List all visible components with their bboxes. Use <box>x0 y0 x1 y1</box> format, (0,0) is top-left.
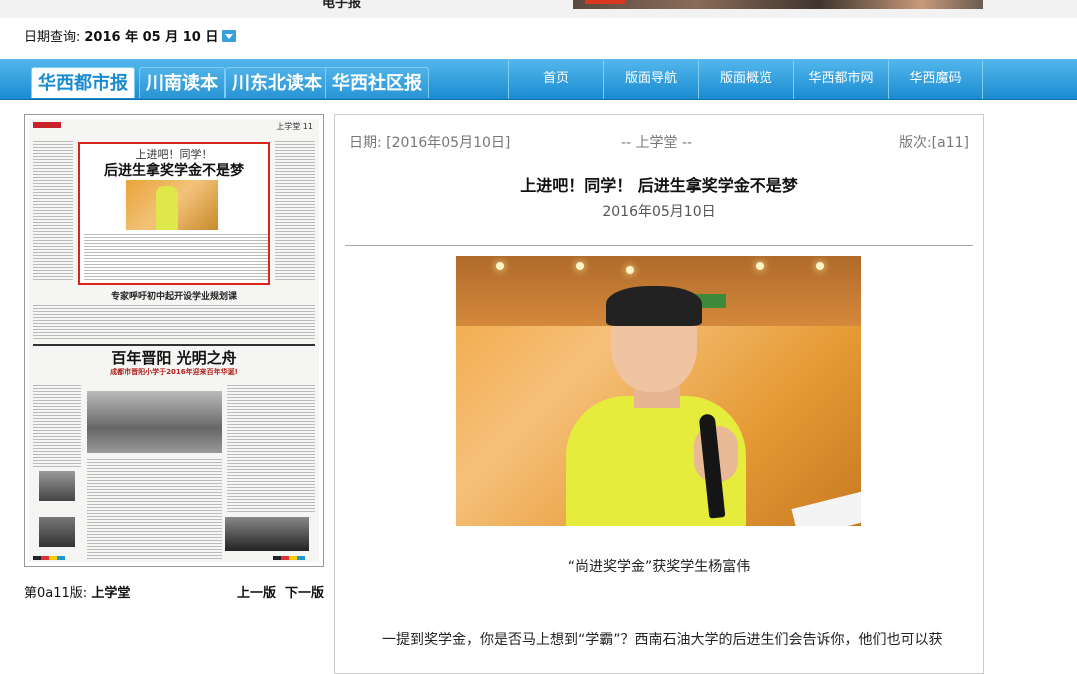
paper-tab-chuandongbei[interactable]: 川东北读本 <box>225 67 329 98</box>
thumbnail-photo-wide <box>225 517 309 551</box>
main-nav-bar: 华西都市报 川南读本 川东北读本 华西社区报 首页 版面导航 版面概览 华西都市… <box>0 59 1077 100</box>
page-footer: 第0a11版: 上学堂 上一版 下一版 <box>24 582 324 601</box>
date-query-value: 2016 年 05 月 10 日 <box>84 30 219 45</box>
article-title: 上进吧！同学！ 后进生拿奖学金不是梦 <box>520 176 798 195</box>
thumbnail-photo-small <box>39 471 75 501</box>
nav-link-huaxi-web[interactable]: 华西都市网 <box>793 59 888 99</box>
top-ad-banner[interactable] <box>573 0 983 9</box>
thumbnail-headline: 后进生拿奖学金不是梦 <box>104 163 244 179</box>
page-thumbnail-frame: 上学堂 11 上进吧！同学！ 后进生拿奖学金不是梦 专家呼吁初中起开设学业规划课… <box>24 114 324 567</box>
date-query-label: 日期查询: <box>24 30 81 45</box>
photo-caption: “尚进奖学金”获奖学生杨富伟 <box>567 559 751 575</box>
thumbnail-red-line: 成都市晋阳小学于2016年迎来百年华诞! <box>110 368 238 376</box>
article-paragraph: 一提到奖学金，你是否马上想到“学霸”？西南石油大学的后进生们会告诉你，他们也可以… <box>382 632 943 648</box>
calendar-dropdown-icon[interactable] <box>222 29 237 42</box>
print-color-bar <box>33 556 315 560</box>
date-query: 日期查询: 2016 年 05 月 10 日 <box>24 26 237 45</box>
prev-page-link[interactable]: 上一版 <box>237 582 276 601</box>
article-section-meta: -- 上学堂 -- <box>621 135 693 151</box>
article-photo <box>456 256 861 526</box>
nav-link-page-overview[interactable]: 版面概览 <box>698 59 793 99</box>
nav-link-page-nav[interactable]: 版面导航 <box>603 59 698 99</box>
paper-tab-chuannan[interactable]: 川南读本 <box>139 67 225 98</box>
page-section-name: 上学堂 <box>91 586 131 601</box>
paper-tab-huaxi[interactable]: 华西都市报 <box>31 67 135 98</box>
nav-link-huaxi-code[interactable]: 华西魔码 <box>888 59 983 99</box>
thumbnail-photo-small <box>39 517 75 547</box>
paper-logo <box>33 122 61 128</box>
thumbnail-big-headline: 百年晋阳 光明之舟 <box>111 349 237 367</box>
divider <box>345 245 973 246</box>
next-page-link[interactable]: 下一版 <box>285 582 324 601</box>
paper-tab-community[interactable]: 华西社区报 <box>325 67 429 98</box>
thumbnail-masthead: 上学堂 11 <box>29 119 319 133</box>
newspaper-page-thumbnail[interactable]: 上学堂 11 上进吧！同学！ 后进生拿奖学金不是梦 专家呼吁初中起开设学业规划课… <box>29 119 319 562</box>
top-banner-strip: 电子报 <box>0 0 1077 18</box>
article-page-meta: 版次:[a11] <box>898 135 969 151</box>
top-cut-text: 电子报 <box>322 0 362 11</box>
thumbnail-section-label: 上学堂 11 <box>276 122 313 131</box>
nav-link-home[interactable]: 首页 <box>508 59 603 99</box>
thumbnail-group-photo <box>87 391 222 453</box>
article-panel: 日期: [2016年05月10日] -- 上学堂 -- 版次:[a11] 上进吧… <box>334 114 984 674</box>
thumbnail-subhead: 专家呼吁初中起开设学业规划课 <box>110 292 237 302</box>
thumbnail-photo <box>126 180 218 230</box>
page-number-label: 第0a11版: <box>24 586 88 601</box>
article-date: 2016年05月10日 <box>602 204 716 220</box>
article-date-meta: 日期: [2016年05月10日] <box>349 135 511 151</box>
article-hotspot[interactable]: 上进吧！同学！ 后进生拿奖学金不是梦 <box>78 142 270 285</box>
